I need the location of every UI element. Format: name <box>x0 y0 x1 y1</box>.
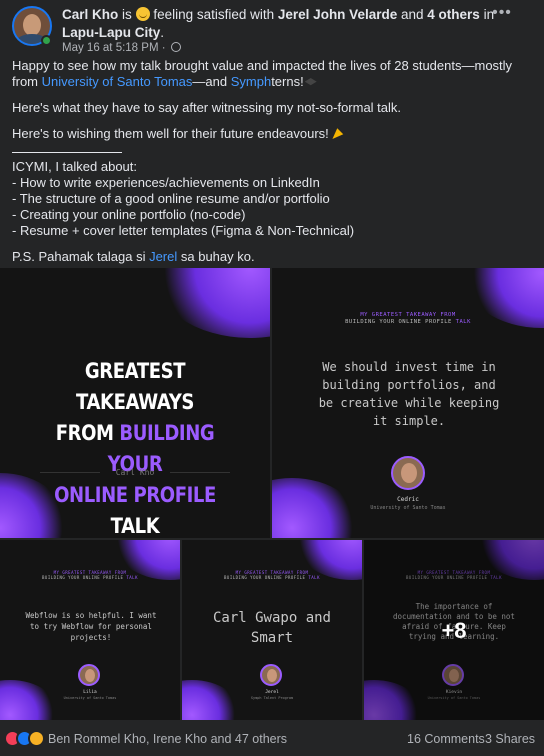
post-footer: Ben Rommel Kho, Irene Kho and 47 others … <box>0 724 544 754</box>
photo-tile-3[interactable]: MY GREATEST TAKEAWAY FROM BUILDING YOUR … <box>0 540 180 720</box>
paragraph-1: Happy to see how my talk brought value a… <box>12 58 513 89</box>
ust-link[interactable]: University of Santo Tomas <box>42 74 193 89</box>
student-avatar <box>78 664 100 686</box>
paragraph-2: Here's what they have to say after witne… <box>12 100 402 115</box>
online-status-dot <box>41 35 52 46</box>
symph-link[interactable]: Symph <box>231 74 271 89</box>
facebook-post: Carl Kho is feeling satisfied with Jerel… <box>0 0 544 756</box>
feeling-text: feeling satisfied with <box>153 7 275 22</box>
student-name: Lilia <box>83 690 97 695</box>
student-name: Jerel <box>265 690 279 695</box>
ps-paragraph: P.S. Pahamak talaga si Jerel sa buhay ko… <box>12 249 255 264</box>
bullet-item: - How to write experiences/achievements … <box>12 175 320 190</box>
testimonial-quote: Webflow is so helpful. I want to try Web… <box>25 611 157 642</box>
globe-icon <box>170 42 181 52</box>
photo-tile-4[interactable]: MY GREATEST TAKEAWAY FROM BUILDING YOUR … <box>182 540 362 720</box>
student-school: University of Santo Tomas <box>63 696 117 700</box>
slide-title: GREATEST TAKEAWAYS FROM BUILDING YOUR ON… <box>54 359 216 538</box>
author-name[interactable]: Carl Kho <box>62 7 118 22</box>
satisfied-emoji-icon <box>135 7 150 21</box>
tagged-others-link[interactable]: 4 others <box>427 7 480 22</box>
divider <box>12 152 122 153</box>
photo-tile-1[interactable]: GREATEST TAKEAWAYS FROM BUILDING YOUR ON… <box>0 268 270 538</box>
location-link[interactable]: Lapu-Lapu City <box>62 25 160 40</box>
jerel-link[interactable]: Jerel <box>149 249 177 264</box>
icymi-heading: ICYMI, I talked about: <box>12 159 138 174</box>
post-meta: May 16 at 5:18 PM · <box>62 42 181 54</box>
party-popper-icon <box>332 128 344 139</box>
more-photos-count[interactable]: +8 <box>364 618 544 644</box>
slide-kicker: MY GREATEST TAKEAWAY FROM BUILDING YOUR … <box>224 570 320 580</box>
post-body: Happy to see how my talk brought value a… <box>12 58 532 275</box>
bullet-item: - The structure of a good online resume … <box>12 191 330 206</box>
reaction-icons[interactable] <box>4 730 45 748</box>
testimonial-quote: We should invest time in building portfo… <box>318 360 500 428</box>
care-reaction-icon <box>28 730 45 747</box>
student-name: Cedric <box>397 496 419 503</box>
shares-count[interactable]: 3 Shares <box>485 732 535 746</box>
post-header-line: Carl Kho is feeling satisfied with Jerel… <box>62 7 495 40</box>
post-header: Carl Kho is feeling satisfied with Jerel… <box>12 5 512 54</box>
reactors-text[interactable]: Ben Rommel Kho, Irene Kho and 47 others <box>48 732 287 746</box>
student-school: University of Santo Tomas <box>370 505 446 511</box>
more-options-button[interactable]: ••• <box>492 5 512 22</box>
photo-tile-5[interactable]: MY GREATEST TAKEAWAY FROM BUILDING YOUR … <box>364 540 544 720</box>
comments-count[interactable]: 16 Comments <box>407 732 485 746</box>
student-avatar <box>391 456 425 490</box>
slide-kicker: MY GREATEST TAKEAWAY FROM BUILDING YOUR … <box>345 312 471 325</box>
paragraph-3: Here's to wishing them well for their fu… <box>12 126 532 142</box>
bullet-item: - Resume + cover letter templates (Figma… <box>12 223 355 238</box>
bullet-item: - Creating your online portfolio (no-cod… <box>12 207 246 222</box>
student-school: Symph Talent Program <box>250 696 294 700</box>
student-avatar <box>260 664 282 686</box>
post-timestamp[interactable]: May 16 at 5:18 PM <box>62 42 159 54</box>
graduation-cap-icon <box>304 78 317 86</box>
slide-signature: Carl Kho <box>115 468 155 477</box>
photo-tile-2[interactable]: MY GREATEST TAKEAWAY FROM BUILDING YOUR … <box>272 268 544 538</box>
tagged-person-link[interactable]: Jerel John Velarde <box>278 7 397 22</box>
testimonial-quote: Carl Gwapo and Smart <box>212 610 331 646</box>
slide-kicker: MY GREATEST TAKEAWAY FROM BUILDING YOUR … <box>42 570 138 580</box>
